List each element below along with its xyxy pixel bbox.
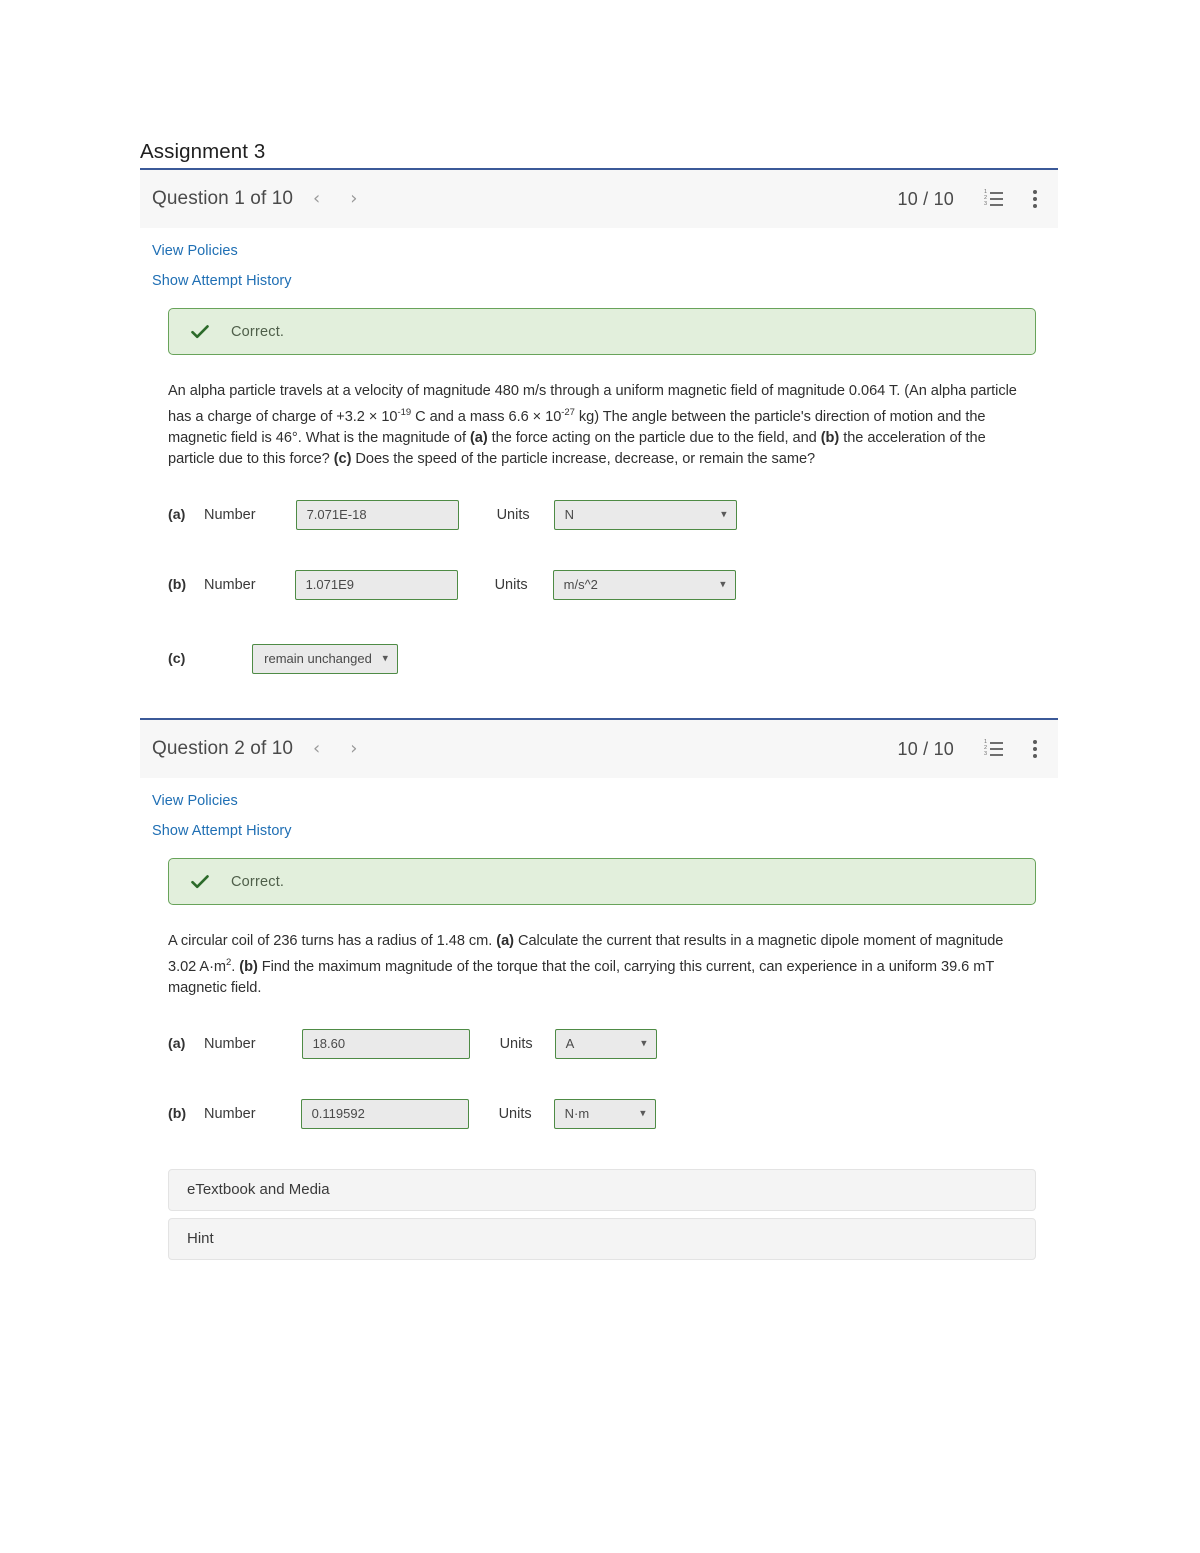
answer-a-label: (a)	[168, 506, 186, 523]
question-1-nav: ‹ ›	[313, 190, 357, 208]
list-icon-bar	[990, 203, 1003, 207]
check-icon	[191, 324, 209, 338]
question-2-bottom-spacer	[140, 1260, 1058, 1282]
chevron-down-icon: ▾	[721, 507, 727, 521]
assignment-page: Assignment 3 Question 1 of 10 ‹ › 10 / 1…	[0, 0, 1200, 1553]
kebab-dot	[1033, 189, 1037, 194]
answer-a-number-input[interactable]	[301, 1028, 470, 1059]
answer-row-a: (a) Number Units N ▾	[140, 492, 1058, 538]
question-1-status-text: Correct.	[231, 323, 285, 340]
show-attempt-history-link[interactable]: Show Attempt History	[152, 823, 292, 839]
answer-c-label: (c)	[168, 650, 186, 667]
hint-section[interactable]: Hint	[168, 1217, 1036, 1260]
answer-a-units-value: A	[565, 1036, 575, 1052]
question-2-score: 10 / 10	[897, 738, 954, 759]
answer-b-number-input[interactable]	[294, 569, 458, 600]
chevron-down-icon: ▾	[382, 651, 388, 665]
answers-sections-spacer	[140, 1137, 1058, 1169]
answer-row-b: (b) Number Units m/s^2 ▾	[140, 562, 1058, 608]
question-1-header: Question 1 of 10 ‹ › 10 / 10 1 2 3	[140, 170, 1058, 228]
list-icon-number: 3	[984, 201, 988, 207]
question-1-answers: (a) Number Units N ▾ (b) Number Units m/	[140, 492, 1058, 682]
question-2-header: Question 2 of 10 ‹ › 10 / 10 1 2 3	[140, 720, 1058, 778]
chevron-down-icon: ▾	[640, 1106, 646, 1120]
answer-a-units-label: Units	[496, 506, 530, 523]
view-policies-row: View Policies	[140, 242, 1058, 260]
list-icon-row: 3	[984, 751, 1003, 757]
next-question-button[interactable]: ›	[350, 190, 357, 208]
numbered-list-icon[interactable]: 1 2 3	[984, 189, 1003, 207]
question-2-feedback-banner: Correct.	[168, 858, 1036, 905]
answer-b-units-label: Units	[498, 1105, 532, 1122]
show-attempt-history-row: Show Attempt History	[140, 272, 1058, 290]
show-attempt-history-link[interactable]: Show Attempt History	[152, 273, 292, 289]
question-2-body: View Policies Show Attempt History Corre…	[140, 792, 1058, 1282]
answer-a-units-select[interactable]: A ▾	[554, 1028, 657, 1059]
answer-b-units-select[interactable]: m/s^2 ▾	[552, 569, 736, 600]
answer-a-number-label: Number	[204, 1035, 256, 1052]
page-title: Assignment 3	[140, 140, 266, 163]
answer-c-value: remain unchanged	[264, 651, 372, 667]
answer-b-number-input[interactable]	[300, 1098, 469, 1129]
answer-row-a: (a) Number Units A ▾	[140, 1021, 1058, 1067]
list-icon-bar	[990, 753, 1003, 757]
answer-a-label: (a)	[168, 1035, 186, 1052]
question-1-header-right: 10 / 10 1 2 3	[898, 189, 1040, 210]
answer-row-b: (b) Number Units N·m ▾	[140, 1091, 1058, 1137]
question-2-title: Question 2 of 10	[152, 738, 294, 759]
answer-a-units-value: N	[564, 507, 575, 523]
list-icon-number: 3	[984, 751, 988, 757]
question-2-answers: (a) Number Units A ▾ (b) Number Units N·	[140, 1021, 1058, 1137]
list-icon-bar	[990, 197, 1003, 201]
prev-question-button[interactable]: ‹	[313, 740, 320, 758]
question-1-feedback-banner: Correct.	[168, 308, 1036, 355]
check-icon	[191, 874, 209, 888]
question-card-2: Question 2 of 10 ‹ › 10 / 10 1 2 3 View …	[140, 718, 1058, 1282]
question-1-prompt: An alpha particle travels at a velocity …	[168, 383, 1017, 467]
etextbook-and-media-section[interactable]: eTextbook and Media	[168, 1168, 1036, 1211]
question-2-status-text: Correct.	[231, 873, 285, 890]
answer-b-number-label: Number	[204, 1105, 256, 1122]
view-policies-row: View Policies	[140, 792, 1058, 810]
list-icon-bar	[990, 191, 1003, 195]
question-1-title: Question 1 of 10	[152, 188, 294, 209]
question-card-1: Question 1 of 10 ‹ › 10 / 10 1 2 3 View …	[140, 168, 1058, 778]
answer-b-label: (b)	[168, 576, 187, 593]
answer-b-number-label: Number	[204, 576, 256, 593]
answer-c-select[interactable]: remain unchanged ▾	[252, 643, 398, 674]
view-policies-link[interactable]: View Policies	[152, 793, 238, 809]
next-question-button[interactable]: ›	[350, 740, 357, 758]
kebab-dot	[1033, 739, 1037, 744]
show-attempt-history-row: Show Attempt History	[140, 822, 1058, 840]
question-2-nav: ‹ ›	[313, 740, 357, 758]
list-icon-bar	[990, 741, 1003, 745]
list-icon-row: 3	[984, 201, 1003, 207]
list-icon-bar	[990, 747, 1003, 751]
prev-question-button[interactable]: ‹	[313, 190, 320, 208]
view-policies-link[interactable]: View Policies	[152, 243, 238, 259]
question-2-prompt: A circular coil of 236 turns has a radiu…	[168, 933, 1004, 996]
chevron-down-icon: ▾	[720, 577, 726, 591]
answer-a-units-label: Units	[499, 1035, 533, 1052]
kebab-dot	[1033, 746, 1037, 751]
answer-b-units-select[interactable]: N·m ▾	[553, 1098, 656, 1129]
kebab-menu-icon[interactable]	[1033, 739, 1038, 759]
answer-a-number-input[interactable]	[295, 499, 459, 530]
answer-b-units-label: Units	[494, 576, 528, 593]
answer-a-number-label: Number	[204, 506, 256, 523]
answer-b-units-value: m/s^2	[563, 577, 598, 593]
numbered-list-icon[interactable]: 1 2 3	[984, 739, 1003, 757]
kebab-dot	[1033, 196, 1037, 201]
answer-b-label: (b)	[168, 1105, 187, 1122]
kebab-menu-icon[interactable]	[1033, 189, 1038, 209]
answer-b-units-value: N·m	[564, 1106, 590, 1122]
kebab-dot	[1033, 203, 1037, 208]
question-1-score: 10 / 10	[897, 188, 954, 209]
kebab-dot	[1033, 753, 1037, 758]
answer-row-c: (c) remain unchanged ▾	[140, 636, 1058, 682]
answer-a-units-select[interactable]: N ▾	[553, 499, 737, 530]
question-1-body: View Policies Show Attempt History Corre…	[140, 242, 1058, 778]
question-2-header-right: 10 / 10 1 2 3	[898, 739, 1040, 760]
chevron-down-icon: ▾	[641, 1036, 647, 1050]
